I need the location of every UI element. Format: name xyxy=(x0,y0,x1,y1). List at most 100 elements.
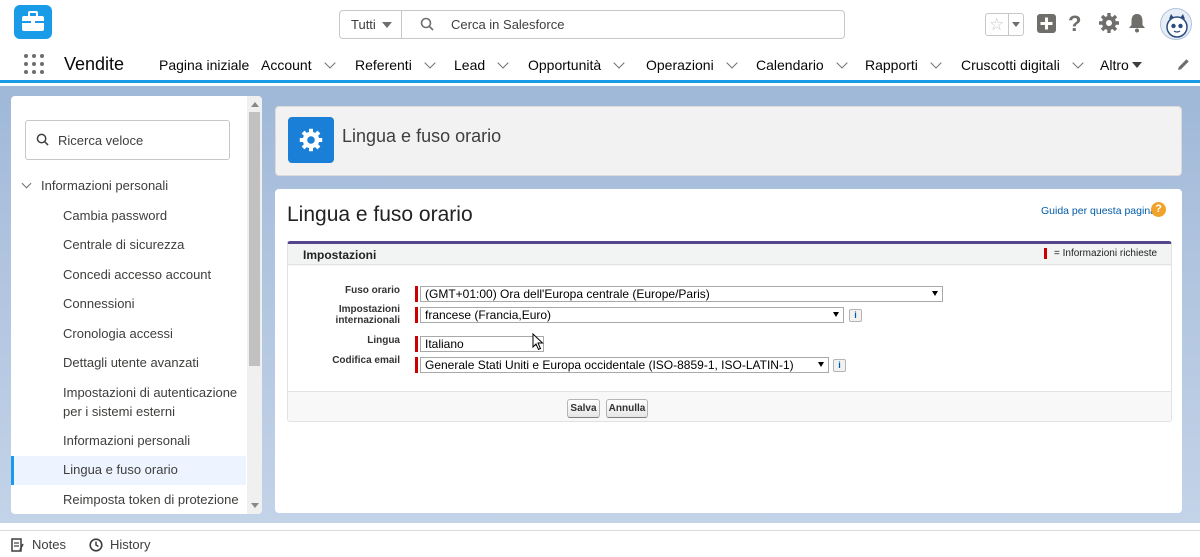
chevron-down-icon[interactable] xyxy=(21,178,32,189)
chevron-down-icon[interactable] xyxy=(424,57,436,69)
info-icon[interactable]: i xyxy=(833,359,846,372)
required-indicator-icon xyxy=(415,307,418,323)
save-button[interactable]: Salva xyxy=(567,399,600,418)
setup-gear-icon[interactable] xyxy=(1098,12,1120,37)
favorites-menu-icon[interactable] xyxy=(1008,14,1023,35)
language-label: Lingua xyxy=(367,335,400,346)
search-icon xyxy=(420,17,434,34)
timezone-label: Fuso orario xyxy=(344,285,400,296)
chevron-down-icon[interactable] xyxy=(836,57,848,69)
page-header: Lingua e fuso orario xyxy=(275,106,1182,176)
search-input[interactable]: Cerca in Salesforce xyxy=(451,17,564,32)
search-scope-dropdown[interactable]: Tutti xyxy=(340,11,402,38)
email-encoding-label: Codifica email xyxy=(332,355,400,366)
nav-item-label: Cruscotti digitali xyxy=(961,57,1060,73)
sidebar-scrollbar[interactable] xyxy=(247,96,262,514)
sidebar-item-external-auth-settings[interactable]: Impostazioni di autenticazione per i sis… xyxy=(63,384,248,421)
sidebar-item-security-center[interactable]: Centrale di sicurezza xyxy=(63,236,248,255)
nav-item-home[interactable]: Pagina iniziale xyxy=(159,57,249,73)
nav-more-menu[interactable]: Altro xyxy=(1100,57,1142,73)
caret-down-icon xyxy=(833,312,839,317)
nav-item-label: Account xyxy=(261,57,312,73)
sidebar-item-reset-security-token[interactable]: Reimposta token di protezione xyxy=(63,491,248,510)
nav-item-contacts[interactable]: Referenti xyxy=(355,57,436,73)
locale-label-line1: Impostazioni xyxy=(338,304,400,315)
chevron-down-icon[interactable] xyxy=(497,57,509,69)
language-select[interactable]: Italiano xyxy=(420,336,544,352)
nav-item-label: Operazioni xyxy=(646,57,714,73)
caret-down-icon xyxy=(932,291,938,296)
caret-down-icon xyxy=(1131,62,1142,68)
app-name: Vendite xyxy=(64,54,125,74)
help-question-icon[interactable]: ? xyxy=(1151,202,1166,217)
salesforce-logo-icon[interactable] xyxy=(14,5,52,39)
utility-item-history[interactable]: History xyxy=(89,537,151,552)
navigation-bar: Vendite Pagina iniziale Account Referent… xyxy=(0,48,1200,83)
sidebar-item-change-password[interactable]: Cambia password xyxy=(63,207,248,226)
sidebar-item-login-history[interactable]: Cronologia accessi xyxy=(63,325,248,344)
history-clock-icon xyxy=(89,538,103,552)
utility-item-notes[interactable]: Notes xyxy=(11,537,66,552)
global-actions-icon[interactable] xyxy=(1037,14,1056,36)
email-encoding-select[interactable]: Generale Stati Uniti e Europa occidental… xyxy=(420,357,829,373)
nav-item-label: Lead xyxy=(454,57,486,73)
timezone-selected-value: (GMT+01:00) Ora dell'Europa centrale (Eu… xyxy=(425,287,710,301)
timezone-select[interactable]: (GMT+01:00) Ora dell'Europa centrale (Eu… xyxy=(420,286,943,302)
chevron-down-icon[interactable] xyxy=(726,57,738,69)
nav-item-leads[interactable]: Lead xyxy=(454,57,509,73)
scroll-down-icon[interactable] xyxy=(251,503,259,508)
star-icon: ☆ xyxy=(989,15,1005,34)
search-scope-label: Tutti xyxy=(351,17,376,32)
sidebar-item-grant-account-access[interactable]: Concedi accesso account xyxy=(63,266,248,285)
nav-item-calendar[interactable]: Calendario xyxy=(756,57,848,73)
scroll-up-icon[interactable] xyxy=(251,102,259,107)
quick-search-placeholder: Ricerca veloce xyxy=(58,133,144,148)
locale-selected-value: francese (Francia,Euro) xyxy=(425,308,552,322)
language-selected-value: Italiano xyxy=(425,337,464,351)
scrollbar-thumb[interactable] xyxy=(249,112,260,366)
notifications-bell-icon[interactable] xyxy=(1128,13,1146,36)
nav-item-accounts[interactable]: Account xyxy=(261,57,336,73)
locale-select[interactable]: francese (Francia,Euro) xyxy=(420,307,844,323)
chevron-down-icon[interactable] xyxy=(323,57,336,69)
main-content: Lingua e fuso orario Guida per questa pa… xyxy=(275,189,1182,513)
edit-nav-pencil-icon[interactable] xyxy=(1177,58,1190,74)
app-launcher-icon[interactable] xyxy=(24,54,44,74)
nav-item-dashboards[interactable]: Cruscotti digitali xyxy=(961,57,1084,73)
page-header-title: Lingua e fuso orario xyxy=(342,126,502,146)
nav-item-label: Pagina iniziale xyxy=(159,57,250,73)
help-icon[interactable]: ? xyxy=(1068,11,1081,37)
sidebar-item-language-timezone[interactable]: Lingua e fuso orario xyxy=(11,456,246,485)
global-header: Tutti Cerca in Salesforce ☆ ? xyxy=(0,0,1200,48)
utility-history-label: History xyxy=(110,537,151,552)
chevron-down-icon[interactable] xyxy=(930,57,942,69)
user-avatar[interactable] xyxy=(1160,8,1192,40)
quick-search-input[interactable]: Ricerca veloce xyxy=(25,120,230,160)
utility-notes-label: Notes xyxy=(32,537,66,552)
page-title: Lingua e fuso orario xyxy=(287,203,473,226)
sidebar-item-connections[interactable]: Connessioni xyxy=(63,295,248,314)
nav-item-operations[interactable]: Operazioni xyxy=(646,57,738,73)
mouse-cursor-icon xyxy=(532,332,544,354)
nav-item-reports[interactable]: Rapporti xyxy=(865,57,942,73)
caret-down-icon xyxy=(382,22,392,28)
nav-item-label: Rapporti xyxy=(865,57,918,73)
chevron-down-icon[interactable] xyxy=(613,57,625,69)
chevron-down-icon[interactable] xyxy=(1072,57,1084,69)
settings-form: Fuso orario (GMT+01:00) Ora dell'Europa … xyxy=(288,266,1171,392)
tree-section-label: Informazioni personali xyxy=(41,178,169,193)
help-link[interactable]: Guida per questa pagina xyxy=(1041,205,1156,217)
sidebar-item-advanced-user-details[interactable]: Dettagli utente avanzati xyxy=(63,354,248,373)
required-note: = Informazioni richieste xyxy=(1054,248,1158,259)
global-search: Tutti Cerca in Salesforce xyxy=(339,10,845,39)
required-indicator-icon xyxy=(415,336,418,352)
required-indicator-icon xyxy=(415,286,418,302)
caret-down-icon xyxy=(818,362,824,367)
nav-item-opportunities[interactable]: Opportunità xyxy=(528,57,625,73)
cancel-button[interactable]: Annulla xyxy=(606,399,648,418)
notes-icon xyxy=(11,538,24,552)
info-icon[interactable]: i xyxy=(849,309,862,322)
favorites-button[interactable]: ☆ xyxy=(985,13,1024,36)
tree-section-personal-info[interactable]: Informazioni personali xyxy=(21,178,169,193)
sidebar-item-personal-info[interactable]: Informazioni personali xyxy=(63,432,248,451)
